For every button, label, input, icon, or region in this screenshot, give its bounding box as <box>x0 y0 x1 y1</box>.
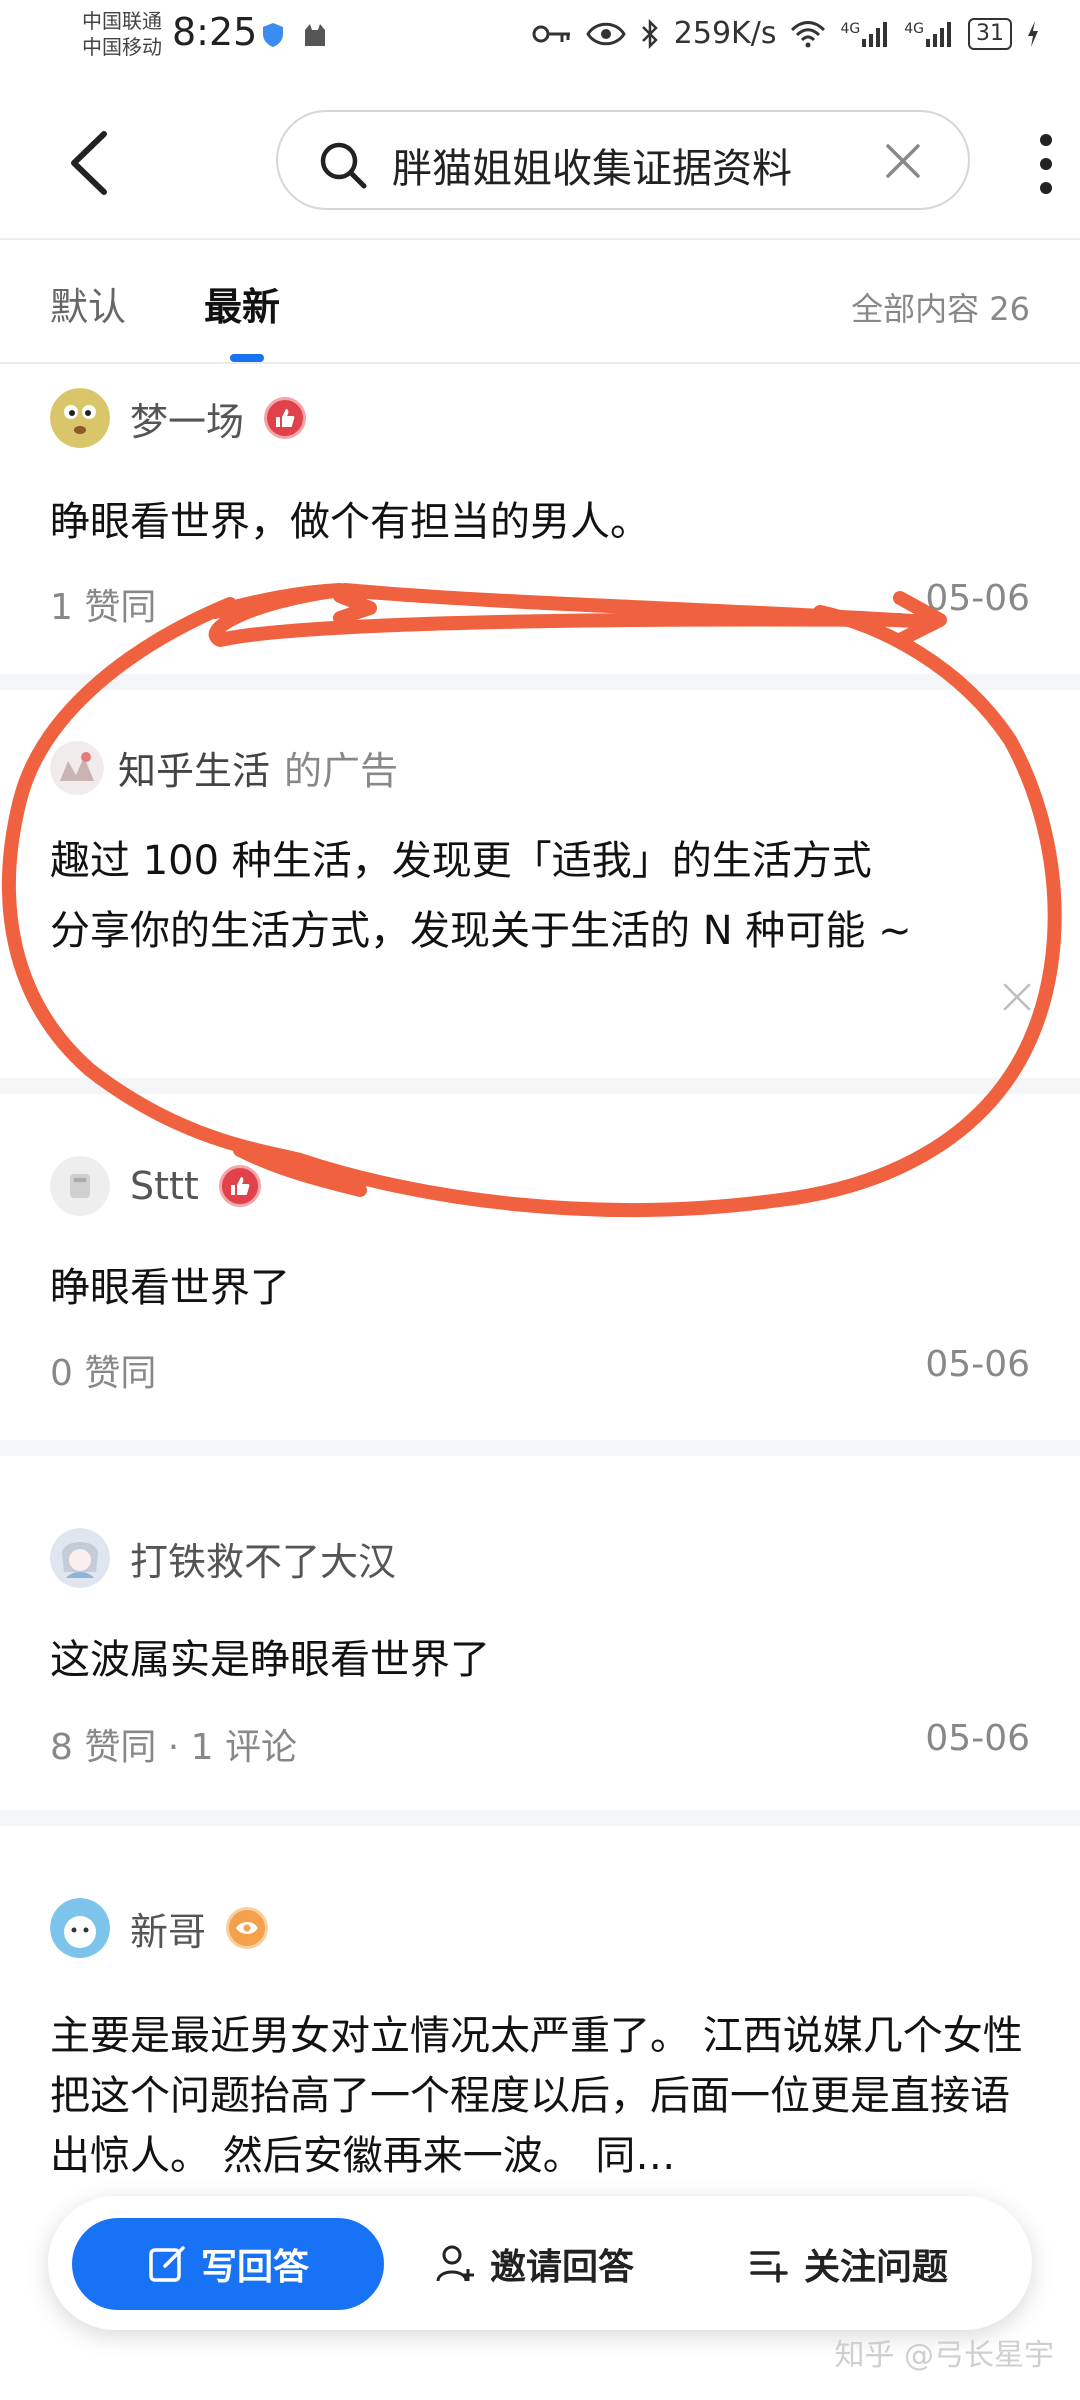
signal-2-label: 4G <box>904 20 924 37</box>
follow-question-label: 关注问题 <box>804 2247 949 2288</box>
answer-meta: 0 赞同 <box>50 1353 157 1394</box>
notification-icons <box>262 22 328 48</box>
tab-default[interactable]: 默认 <box>50 276 126 331</box>
tab-latest[interactable]: 最新 <box>204 276 280 331</box>
invite-answer-label: 邀请回答 <box>490 2247 635 2288</box>
active-tab-indicator <box>230 354 264 362</box>
avatar[interactable] <box>50 1898 110 1958</box>
total-count: 全部内容 26 <box>851 290 1030 328</box>
add-user-icon <box>436 2245 474 2282</box>
answer-date: 05-06 <box>925 1718 1030 1759</box>
answer-content[interactable]: 睁眼看世界，做个有担当的男人。 <box>50 494 1040 550</box>
carrier-2: 中国移动 <box>82 35 162 59</box>
ad-line-1: 趣过 100 种生活，发现更「适我」的生活方式 <box>50 838 872 884</box>
signal-1-label: 4G <box>840 20 861 37</box>
watermark: 知乎 @弓长星宇 <box>834 2338 1054 2373</box>
thumbs-up-badge-icon <box>218 1165 261 1207</box>
avatar[interactable] <box>50 388 110 448</box>
invite-answer-button[interactable]: 邀请回答 <box>434 2218 634 2310</box>
author-name[interactable]: Sttt <box>130 1164 199 1208</box>
avatar[interactable] <box>50 1528 110 1588</box>
author-row: 梦一场 <box>50 388 307 448</box>
write-answer-button[interactable]: 写回答 <box>72 2218 384 2310</box>
search-query[interactable]: 胖猫姐姐收集证据资料 <box>392 136 792 194</box>
ad-suffix: 的广告 <box>284 749 399 793</box>
signal-1-icon: 4G <box>840 21 890 47</box>
answer-date: 05-06 <box>925 1344 1030 1385</box>
bottom-action-bar: 写回答 邀请回答 关注问题 <box>48 2196 1032 2330</box>
battery-icon: 31 <box>968 17 1012 50</box>
net-speed: 259K/s <box>673 16 777 51</box>
cat-icon <box>305 24 325 46</box>
status-icons: 259K/s 4G 4G 31 <box>532 16 1040 51</box>
follow-question-button[interactable]: 关注问题 <box>748 2218 948 2310</box>
answer-date: 05-06 <box>925 578 1030 619</box>
list-item[interactable]: Sttt 睁眼看世界了 0 赞同 05-06 <box>0 1094 1080 1440</box>
write-answer-label: 写回答 <box>200 2247 309 2288</box>
key-icon <box>532 25 570 42</box>
search-header: 胖猫姐姐收集证据资料 <box>0 90 1080 230</box>
avatar[interactable] <box>50 1156 110 1216</box>
list-item[interactable]: 梦一场 睁眼看世界，做个有担当的男人。 1 赞同 05-06 <box>0 366 1080 674</box>
search-input[interactable]: 胖猫姐姐收集证据资料 <box>276 110 970 210</box>
section-separator <box>0 674 1080 690</box>
author-name[interactable]: 新哥 <box>130 1901 206 1956</box>
avatar <box>50 740 104 795</box>
close-icon[interactable] <box>1002 982 1032 1012</box>
section-separator <box>0 1078 1080 1094</box>
back-arrow-icon[interactable] <box>60 128 120 198</box>
eye-badge-icon <box>226 1907 269 1949</box>
section-separator <box>0 1810 1080 1826</box>
close-icon[interactable] <box>884 142 922 180</box>
eye-icon <box>586 22 626 45</box>
bluetooth-icon <box>641 18 658 49</box>
author-row: 新哥 <box>50 1898 269 1958</box>
answer-meta: 1 赞同 <box>50 587 157 628</box>
sort-tabs: 默认 最新 全部内容 26 <box>0 240 1080 364</box>
author-row: Sttt <box>50 1156 261 1216</box>
clock: 8:25 <box>172 10 258 54</box>
more-options-icon[interactable] <box>1034 134 1058 194</box>
answer-meta: 8 赞同 · 1 评论 <box>50 1727 298 1768</box>
signal-2-icon: 4G <box>904 21 954 47</box>
ad-line-2: 分享你的生活方式，发现关于生活的 N 种可能 ~ <box>50 908 912 954</box>
shield-icon <box>263 23 283 47</box>
ad-header: 知乎生活 的广告 <box>50 740 398 795</box>
charging-icon <box>1028 20 1038 47</box>
answer-content[interactable]: 这波属实是睁眼看世界了 <box>50 1632 1040 1688</box>
section-separator <box>0 1440 1080 1456</box>
edit-icon <box>149 2246 185 2282</box>
ad-card[interactable]: 知乎生活 的广告 趣过 100 种生活，发现更「适我」的生活方式 分享你的生活方… <box>0 690 1080 1078</box>
list-item[interactable]: 打铁救不了大汉 这波属实是睁眼看世界了 8 赞同 · 1 评论 05-06 <box>0 1456 1080 1810</box>
answer-content[interactable]: 睁眼看世界了 <box>50 1260 1040 1316</box>
status-bar: 中国联通 中国移动 8:25 259K/s 4G 4G 31 <box>0 0 1080 72</box>
author-row: 打铁救不了大汉 <box>50 1528 396 1588</box>
advertiser-name[interactable]: 知乎生活 <box>118 740 270 795</box>
follow-list-icon <box>750 2251 788 2283</box>
thumbs-up-badge-icon <box>264 397 307 439</box>
answer-content[interactable]: 主要是最近男女对立情况太严重了。 江西说媒几个女性把这个问题抬高了一个程度以后，… <box>50 2006 1040 2186</box>
author-name[interactable]: 梦一场 <box>130 391 244 446</box>
ad-text[interactable]: 趣过 100 种生活，发现更「适我」的生活方式 分享你的生活方式，发现关于生活的… <box>50 826 1040 966</box>
carrier-names: 中国联通 中国移动 <box>82 8 162 60</box>
carrier-1: 中国联通 <box>82 9 162 33</box>
wifi-icon <box>791 20 826 47</box>
author-name[interactable]: 打铁救不了大汉 <box>130 1531 396 1586</box>
search-icon <box>320 142 367 189</box>
